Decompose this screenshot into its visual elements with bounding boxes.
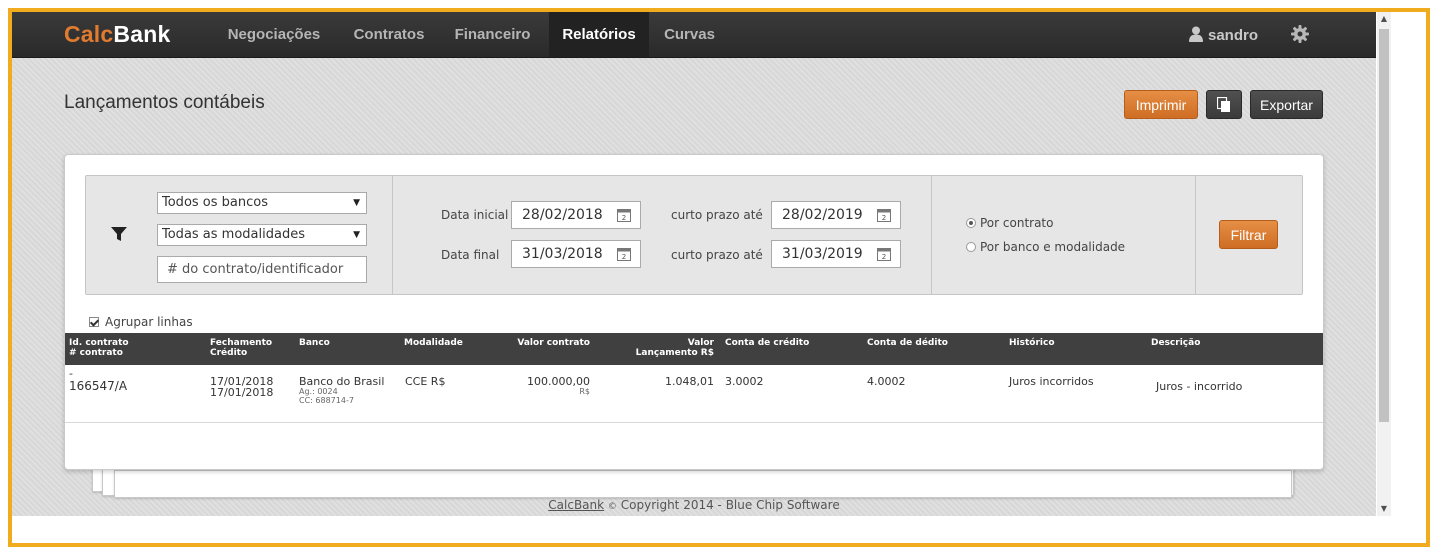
cell-credit-account: 3.0002 [725,375,764,388]
paper-sheet [114,470,1292,498]
calendar-icon[interactable]: 2 [617,248,631,261]
cell-agency: Ag.: 0024 [299,387,338,396]
footer-link[interactable]: CalcBank [548,498,604,512]
svg-text:2: 2 [622,253,626,261]
calendar-icon[interactable]: 2 [877,248,891,261]
app-window: CalcBank Negociações Contratos Financeir… [12,12,1376,516]
col-contract-value-header[interactable]: Valor contrato [489,338,590,348]
start-date-label: Data inicial [441,208,509,222]
col-modality-header[interactable]: Modalidade [404,338,463,348]
cell-modality: CCE R$ [405,375,446,388]
col-posting-value-header[interactable]: Valor Lançamento R$ [625,338,714,358]
nav-curvas[interactable]: Curvas [657,12,722,57]
nav-negociacoes[interactable]: Negociações [224,12,324,57]
cell-debit-account: 4.0002 [867,375,906,388]
nav-relatorios[interactable]: Relatórios [549,12,649,57]
col-id-header[interactable]: Id. contrato # contrato [69,338,129,358]
svg-text:2: 2 [882,214,886,222]
end-date-label: Data final [441,248,500,262]
col-credit-account-header[interactable]: Conta de crédito [725,338,809,348]
radio-by-bank-modality[interactable]: Por banco e modalidade [966,240,1125,254]
copy-button[interactable] [1206,90,1242,119]
cell-account: CC: 688714-7 [299,396,354,405]
page-title: Lançamentos contábeis [64,92,265,113]
end-date-input[interactable]: 31/03/2018 2 [511,240,641,268]
scroll-down-arrow-icon[interactable]: ▼ [1377,502,1391,516]
cell-posting-value: 1.048,01 [665,375,714,388]
bank-select[interactable]: Todos os bancos ▼ [157,192,367,214]
cell-credit-date: 17/01/2018 [210,386,274,399]
modality-select[interactable]: Todas as modalidades ▼ [157,224,367,246]
table-row[interactable]: - 166547/A 17/01/2018 17/01/2018 Banco d… [65,365,1323,423]
col-debit-account-header[interactable]: Conta de dédito [867,338,948,348]
filter-button[interactable]: Filtrar [1219,220,1278,249]
chevron-down-icon: ▼ [353,198,360,208]
col-bank-header[interactable]: Banco [299,338,330,348]
calendar-icon[interactable]: 2 [617,209,631,222]
report-card: Todos os bancos ▼ Todas as modalidades ▼ #… [64,154,1324,470]
top-navbar: CalcBank Negociações Contratos Financeir… [12,12,1376,58]
nav-financeiro[interactable]: Financeiro [445,12,540,57]
print-button[interactable]: Imprimir [1124,90,1198,119]
radio-button[interactable] [966,242,976,252]
svg-text:2: 2 [882,253,886,261]
cell-description: Juros - incorrido [1156,380,1243,393]
group-lines-checkbox[interactable]: Agrupar linhas [89,315,193,329]
filter-icon [111,227,127,241]
radio-button[interactable] [966,218,976,228]
footer-text: Copyright 2014 - Blue Chip Software [620,498,840,512]
cell-contract: 166547/A [69,379,128,393]
scroll-up-arrow-icon[interactable]: ▲ [1377,12,1391,26]
export-button[interactable]: Exportar [1250,90,1323,119]
user-menu[interactable]: sandro [1189,12,1258,57]
footer: CalcBank © Copyright 2014 - Blue Chip So… [12,498,1376,512]
cell-history: Juros incorridos [1009,375,1094,388]
divider [931,176,932,294]
user-icon [1189,26,1203,42]
cell-bank: Banco do Brasil [299,375,385,388]
col-history-header[interactable]: Histórico [1009,338,1055,348]
contract-id-input[interactable]: # do contrato/identificador [157,256,367,283]
radio-by-contract[interactable]: Por contrato [966,216,1053,230]
cell-currency: R$ [579,387,590,396]
cell-id: - [69,367,73,380]
chevron-down-icon: ▼ [353,230,360,240]
nav-contratos[interactable]: Contratos [344,12,434,57]
short-term-start-input[interactable]: 28/02/2019 2 [771,201,901,229]
copyright-symbol: © [607,502,617,512]
filter-panel: Todos os bancos ▼ Todas as modalidades ▼ #… [85,175,1303,295]
checkbox[interactable] [89,317,99,327]
col-description-header[interactable]: Descrição [1151,338,1200,348]
scrollbar-thumb[interactable] [1379,29,1389,422]
copy-icon [1216,96,1230,112]
short-term-end-input[interactable]: 31/03/2019 2 [771,240,901,268]
col-closing-header[interactable]: Fechamento Crédito [210,338,272,358]
gear-icon[interactable] [1291,25,1309,43]
table-header: Id. contrato # contrato Fechamento Crédito… [65,333,1323,365]
calendar-icon[interactable]: 2 [877,209,891,222]
short-term-label: curto prazo até [671,208,763,222]
logo[interactable]: CalcBank [64,21,170,48]
cell-contract-value: 100.000,00 [527,375,590,388]
user-name: sandro [1208,27,1259,44]
svg-text:2: 2 [622,214,626,222]
start-date-input[interactable]: 28/02/2018 2 [511,201,641,229]
divider [392,176,393,294]
vertical-scrollbar[interactable]: ▲ ▼ [1377,12,1391,516]
short-term-label: curto prazo até [671,248,763,262]
divider [1195,176,1196,294]
